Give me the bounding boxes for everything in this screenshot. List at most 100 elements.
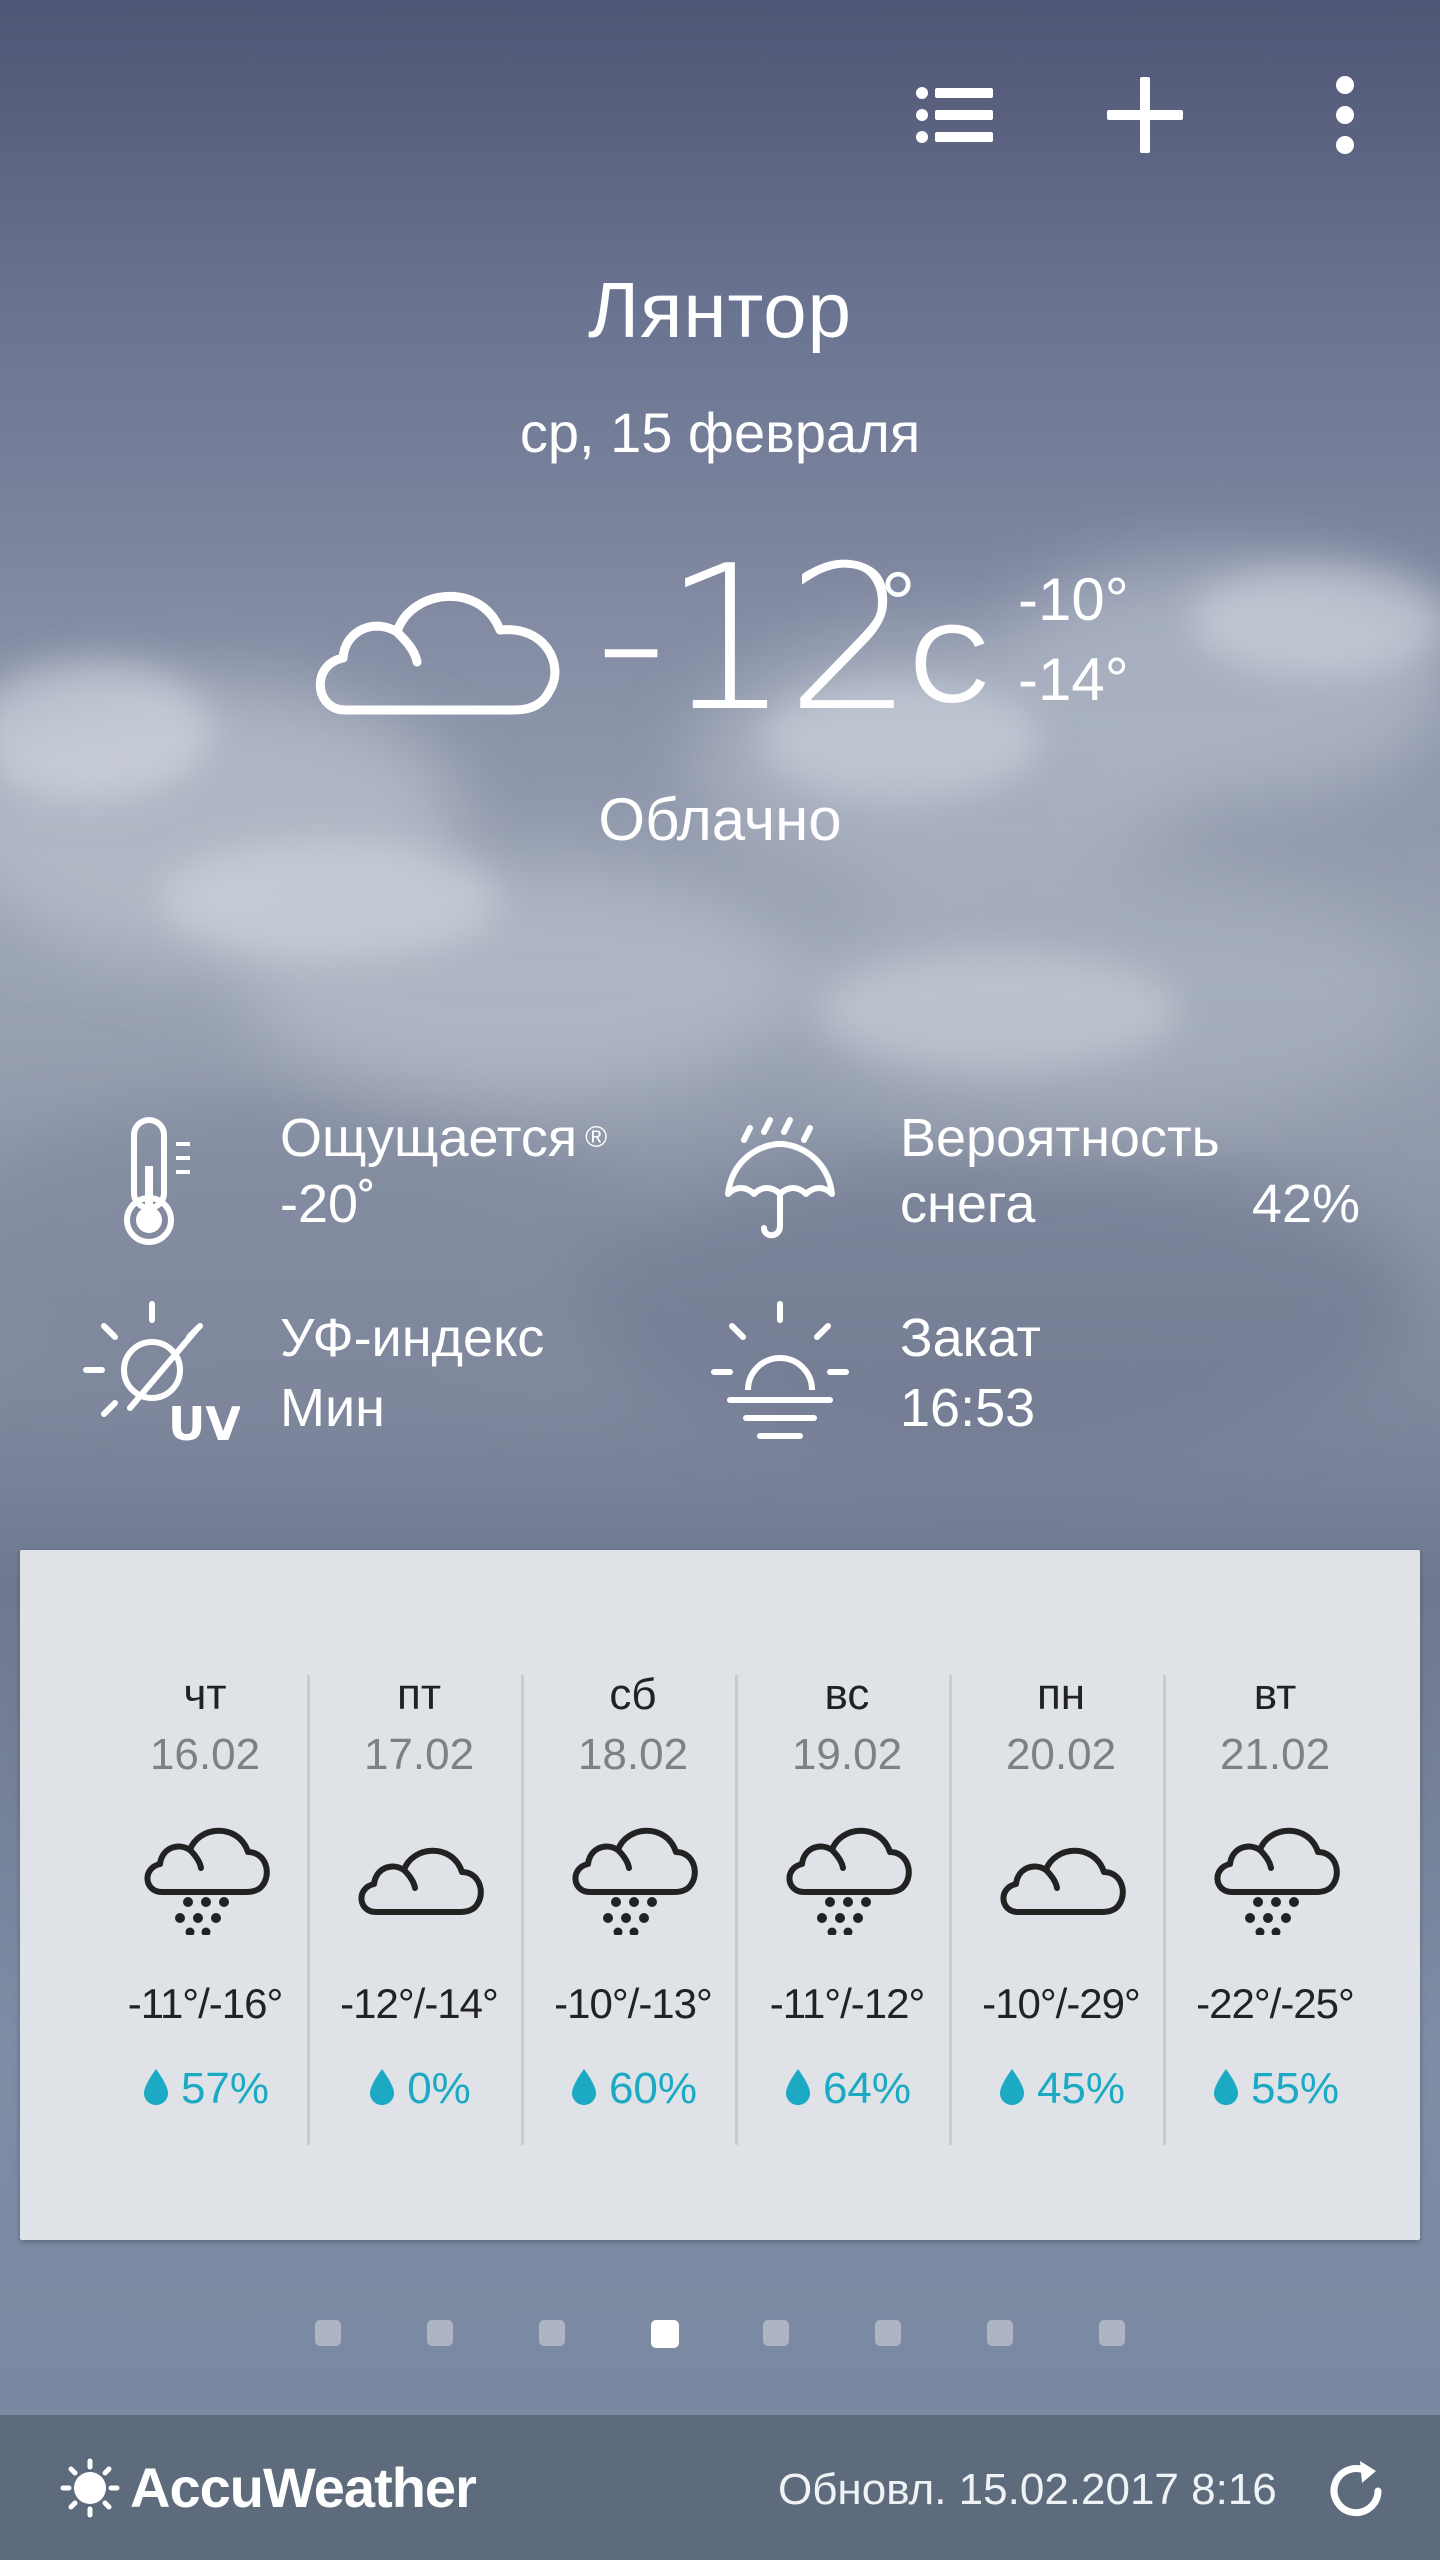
daily-forecast-card[interactable]: чт 16.02 -11°/-16° 57% пт 17.02 -12°/-14° 0% сб 1… (20, 1550, 1420, 2240)
forecast-weekday: пт (397, 1670, 441, 1719)
city-name[interactable]: Лянтор (0, 265, 1440, 356)
uv-index-detail: UV УФ-индекс Мин (80, 1300, 680, 1450)
column-divider (307, 1675, 310, 2145)
precipitation-value: 64% (822, 2064, 912, 2113)
forecast-weekday: сб (609, 1670, 657, 1719)
sun-logo-icon (60, 2458, 120, 2517)
svg-text:UV: UV (168, 1397, 240, 1450)
water-drop-icon (370, 2069, 395, 2105)
precipitation-value: 0% (407, 2064, 471, 2113)
weather-condition: Облачно (598, 786, 842, 853)
feels-like-detail: Ощущается ® -20˚ (80, 1100, 680, 1250)
sunset-label: Закат (900, 1308, 1042, 1368)
snow-chance-value: 42% (1251, 1174, 1360, 1234)
snow-icon (786, 1827, 912, 1937)
top-action-bar (820, 60, 1400, 170)
forecast-day[interactable]: пн 20.02 -10°/-29° 45% (954, 1670, 1168, 2120)
water-drop-icon (571, 2069, 596, 2105)
forecast-date: 17.02 (363, 1730, 475, 1779)
current-temperature: -12 (595, 523, 914, 756)
umbrella-icon (725, 1117, 835, 1239)
feels-like-value: -20˚ (280, 1174, 377, 1234)
page-dot[interactable] (987, 2320, 1013, 2346)
sunset-time: 16:53 (900, 1378, 1036, 1438)
list-button[interactable] (900, 60, 1010, 170)
add-location-button[interactable] (1090, 60, 1200, 170)
refresh-icon[interactable] (1322, 2457, 1390, 2525)
forecast-day[interactable]: чт 16.02 -11°/-16° 57% (98, 1670, 312, 2120)
snow-chance-detail: Вероятность снега 42% (720, 1100, 1400, 1250)
precipitation-value: 45% (1036, 2064, 1126, 2113)
footer-bar: AccuWeather Обновл. 15.02.2017 8:16 (0, 2415, 1440, 2560)
page-dot[interactable] (763, 2320, 789, 2346)
sunset-icon (711, 1301, 849, 1439)
forecast-weekday: чт (183, 1670, 227, 1719)
page-indicator (0, 2320, 1440, 2360)
forecast-day[interactable]: вс 19.02 -11°/-12° 64% (740, 1670, 954, 2120)
accuweather-logo[interactable]: AccuWeather (60, 2455, 477, 2520)
uv-icon: UV (83, 1301, 240, 1450)
uv-index-value: Мин (280, 1378, 385, 1438)
cloud-icon (1000, 1847, 1126, 1915)
high-temperature: -10° (1018, 566, 1129, 633)
forecast-temperature: -22°/-25° (1196, 1980, 1355, 2027)
water-drop-icon (999, 2069, 1024, 2105)
column-divider (735, 1675, 738, 2145)
list-icon (916, 87, 993, 143)
water-drop-icon (1213, 2069, 1238, 2105)
precipitation-value: 60% (608, 2064, 698, 2113)
forecast-temperature: -10°/-29° (982, 1980, 1141, 2027)
forecast-date: 20.02 (1005, 1730, 1117, 1779)
low-temperature: -14° (1018, 646, 1129, 713)
page-dot[interactable] (1099, 2320, 1125, 2346)
forecast-day[interactable]: сб 18.02 -10°/-13° 60% (526, 1670, 740, 2120)
forecast-precipitation: 0% (312, 2064, 526, 2114)
forecast-precipitation: 57% (98, 2064, 312, 2114)
cloud-icon (358, 1847, 484, 1915)
current-date: ср, 15 февраля (519, 401, 921, 464)
current-weather[interactable]: -12 ° C -10° -14° (0, 540, 1440, 760)
more-options-button[interactable] (1290, 60, 1400, 170)
feels-like-label: Ощущается (280, 1108, 578, 1168)
precipitation-value: 57% (180, 2064, 270, 2113)
forecast-weekday: вт (1253, 1670, 1297, 1719)
forecast-day[interactable]: пт 17.02 -12°/-14° 0% (312, 1670, 526, 2120)
snow-icon (1214, 1827, 1340, 1937)
snow-icon (144, 1827, 270, 1937)
water-drop-icon (785, 2069, 810, 2105)
forecast-day[interactable]: вт 21.02 -22°/-25° 55% (1168, 1670, 1382, 2120)
more-vert-icon (1336, 76, 1354, 154)
brand-name: AccuWeather (130, 2456, 477, 2519)
precipitation-value: 55% (1250, 2064, 1340, 2113)
column-divider (521, 1675, 524, 2145)
page-dot[interactable] (875, 2320, 901, 2346)
forecast-date: 18.02 (577, 1730, 689, 1779)
registered-mark: ® (585, 1121, 608, 1154)
snow-chance-label-1: Вероятность (900, 1108, 1220, 1168)
plus-icon (1107, 77, 1183, 153)
forecast-precipitation: 45% (954, 2064, 1168, 2114)
thermometer-icon (124, 1117, 190, 1245)
forecast-temperature: -10°/-13° (554, 1980, 713, 2027)
page-dot[interactable] (651, 2320, 679, 2348)
temperature-unit: C (910, 603, 990, 726)
snow-chance-label-2: снега (900, 1174, 1036, 1234)
column-divider (949, 1675, 952, 2145)
forecast-precipitation: 60% (526, 2064, 740, 2114)
forecast-weekday: пн (1036, 1670, 1086, 1719)
uv-index-label: УФ-индекс (280, 1308, 545, 1368)
column-divider (1163, 1675, 1166, 2145)
forecast-date: 21.02 (1219, 1730, 1331, 1779)
sunset-detail: Закат 16:53 (710, 1300, 1390, 1450)
page-dot[interactable] (427, 2320, 453, 2346)
forecast-temperature: -11°/-12° (769, 1980, 926, 2027)
cloud-icon (315, 591, 560, 715)
forecast-weekday: вс (824, 1670, 870, 1719)
water-drop-icon (143, 2069, 168, 2105)
page-dot[interactable] (539, 2320, 565, 2346)
forecast-temperature: -12°/-14° (340, 1980, 499, 2027)
forecast-date: 16.02 (149, 1730, 261, 1779)
page-dot[interactable] (315, 2320, 341, 2346)
forecast-precipitation: 64% (740, 2064, 954, 2114)
last-updated: Обновл. 15.02.2017 8:16 (778, 2465, 1277, 2514)
